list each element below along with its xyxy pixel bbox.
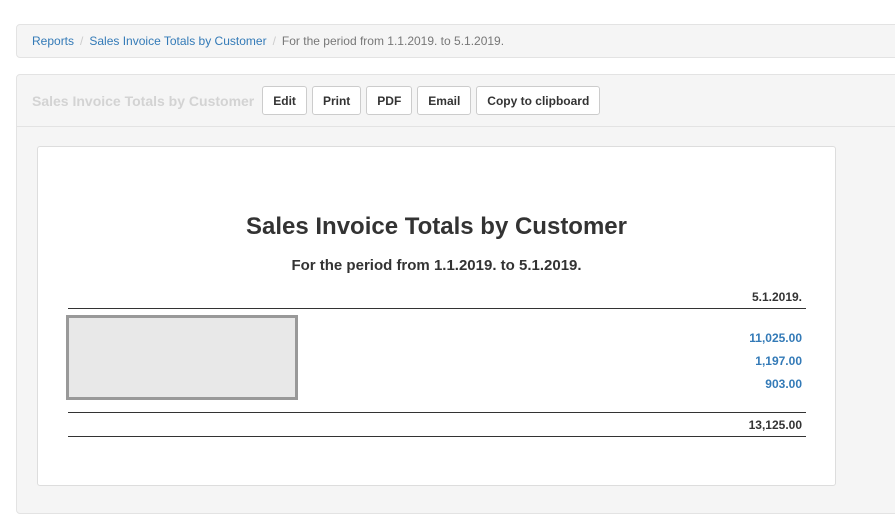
- email-button[interactable]: Email: [417, 86, 472, 115]
- grand-total-value: 13,125.00: [748, 418, 802, 432]
- customer-total-value[interactable]: 1,197.00: [755, 354, 802, 368]
- report-subtitle: For the period from 1.1.2019. to 5.1.201…: [291, 257, 582, 274]
- pdf-button[interactable]: PDF: [366, 86, 413, 115]
- report-panel: Sales Invoice Totals by Customer Edit Pr…: [16, 74, 895, 514]
- breadcrumb-reports-link[interactable]: Reports: [32, 34, 74, 48]
- customer-total-value[interactable]: 903.00: [765, 377, 802, 391]
- breadcrumb-separator: /: [272, 34, 276, 48]
- customer-total-value[interactable]: 11,025.00: [749, 331, 802, 345]
- report-toolbar: Sales Invoice Totals by Customer Edit Pr…: [17, 75, 895, 127]
- report-title: Sales Invoice Totals by Customer: [245, 213, 627, 240]
- edit-button[interactable]: Edit: [262, 86, 307, 115]
- toolbar-title: Sales Invoice Totals by Customer: [32, 92, 255, 109]
- total-divider-top: [68, 412, 806, 413]
- report-document: Sales Invoice Totals by Customer For the…: [37, 146, 836, 486]
- breadcrumb-report-link[interactable]: Sales Invoice Totals by Customer: [89, 34, 266, 48]
- breadcrumb: Reports / Sales Invoice Totals by Custom…: [16, 24, 895, 58]
- breadcrumb-current: For the period from 1.1.2019. to 5.1.201…: [281, 34, 505, 48]
- header-divider: [68, 308, 806, 309]
- total-divider-bottom: [68, 436, 806, 437]
- redacted-customer-names: [66, 315, 298, 400]
- breadcrumb-separator: /: [80, 34, 84, 48]
- column-header-date: 5.1.2019.: [751, 290, 802, 304]
- copy-to-clipboard-button[interactable]: Copy to clipboard: [476, 86, 601, 115]
- print-button[interactable]: Print: [311, 86, 362, 115]
